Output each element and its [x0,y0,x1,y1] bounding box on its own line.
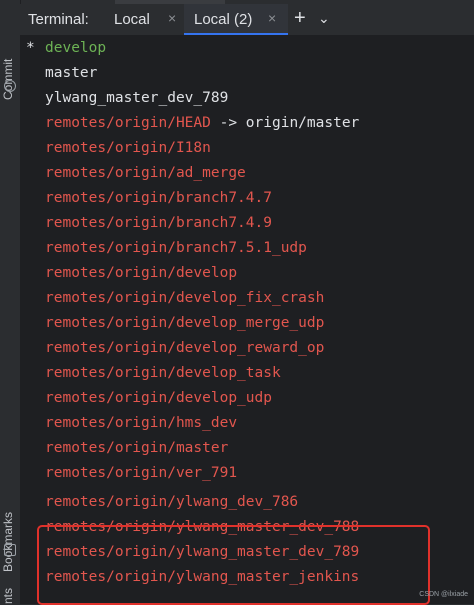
tab-local-2[interactable]: Local (2) × [184,4,288,35]
branch-name: remotes/origin/ylwang_dev_786 [45,494,299,510]
branch-line: remotes/origin/branch7.5.1_udp [45,236,307,261]
branch-name: remotes/origin/branch7.5.1_udp [45,240,307,256]
branch-name: remotes/origin/HEAD [45,115,211,131]
extra-tool-label[interactable]: nts [1,580,19,604]
left-tool-strip: Commit Bookmarks nts [0,0,21,604]
branch-line: remotes/origin/master [45,436,228,461]
highlight-box [37,525,430,605]
close-icon[interactable]: × [268,10,276,26]
branch-line: remotes/origin/develop_merge_udp [45,311,324,336]
branch-name: remotes/origin/develop_merge_udp [45,315,325,331]
branch-name: remotes/origin/I18n [45,140,211,156]
head-pointer: -> origin/master [210,115,360,131]
branch-line: remotes/origin/HEAD -> origin/master [45,111,359,136]
branch-line: remotes/origin/branch7.4.9 [45,211,272,236]
branch-line: remotes/origin/develop_udp [45,386,272,411]
commit-tool-icon[interactable] [4,80,16,92]
current-branch-marker: * [26,40,35,56]
branch-name: remotes/origin/branch7.4.7 [45,190,272,206]
branch-name: remotes/origin/develop_fix_crash [45,290,325,306]
tab-label: Local [114,11,150,28]
terminal-title: Terminal: [28,11,89,28]
terminal-tab-bar: Terminal: Local × Local (2) × + ⌄ [20,4,474,36]
branch-name: remotes/origin/ad_merge [45,165,246,181]
branch-name: remotes/origin/hms_dev [45,415,238,431]
branch-name: remotes/origin/develop_task [45,365,281,381]
bookmarks-tool-icon[interactable] [4,544,16,556]
branch-line: ylwang_master_dev_789 [45,86,228,111]
chevron-down-icon[interactable]: ⌄ [318,10,330,27]
branch-name: remotes/origin/develop_reward_op [45,340,325,356]
branch-line: remotes/origin/I18n [45,136,211,161]
tab-local[interactable]: Local × [104,4,188,35]
tab-label: Local (2) [194,11,253,28]
branch-line: remotes/origin/develop_fix_crash [45,286,324,311]
branch-line: master [45,61,97,86]
branch-name: ylwang_master_dev_789 [45,90,229,106]
branch-name: remotes/origin/master [45,440,229,456]
branch-line: remotes/origin/develop_task [45,361,281,386]
branch-line: remotes/origin/ylwang_dev_786 [45,490,298,515]
branch-name: remotes/origin/branch7.4.9 [45,215,272,231]
branch-line: remotes/origin/develop [45,261,237,286]
branch-line: * develop [26,36,107,61]
branch-name: remotes/origin/ver_791 [45,465,238,481]
branch-name: develop [45,40,107,56]
new-tab-plus-icon[interactable]: + [294,7,306,30]
bookmarks-tool-label[interactable]: Bookmarks [1,472,19,572]
branch-name: remotes/origin/develop_udp [45,390,272,406]
branch-line: remotes/origin/develop_reward_op [45,336,324,361]
watermark: CSDN @ilxiade [419,591,468,598]
branch-line: remotes/origin/ver_791 [45,461,237,486]
branch-line: remotes/origin/hms_dev [45,411,237,436]
branch-line: remotes/origin/ad_merge [45,161,246,186]
close-icon[interactable]: × [168,10,176,26]
branch-name: remotes/origin/develop [45,265,238,281]
terminal-output[interactable]: * develop master ylwang_master_dev_789 r… [20,36,474,605]
branch-name: master [45,65,98,81]
branch-line: remotes/origin/branch7.4.7 [45,186,272,211]
